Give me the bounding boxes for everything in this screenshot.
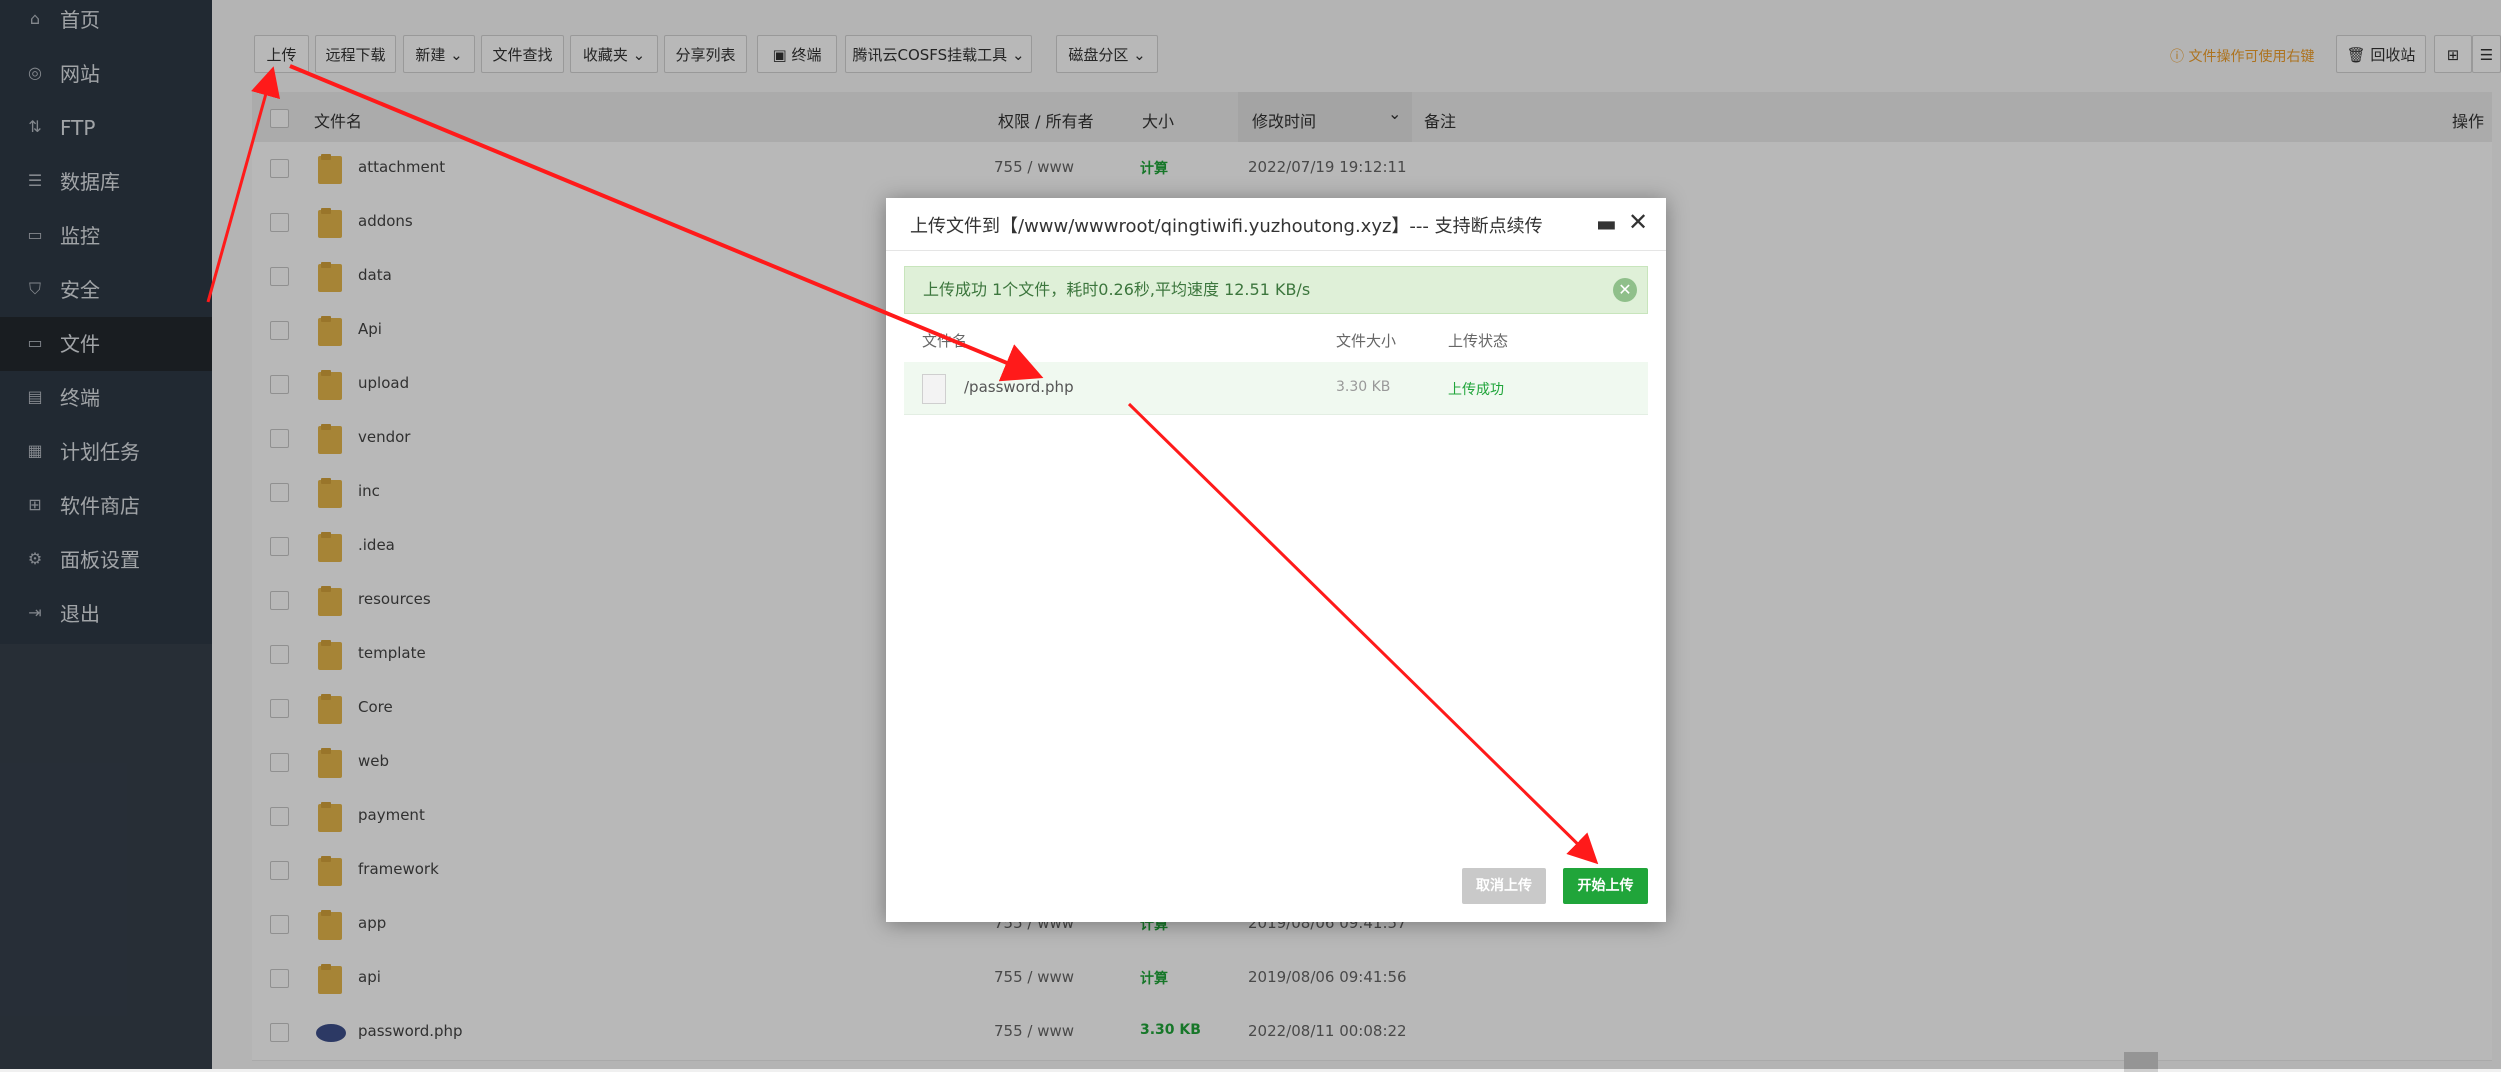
file-icon xyxy=(922,374,946,404)
dialog-title: 上传文件到【/www/wwwroot/qingtiwifi.yuzhoutong… xyxy=(910,216,1543,237)
upload-file-row: /password.php 3.30 KB 上传成功 xyxy=(904,362,1648,415)
upload-file-size: 3.30 KB xyxy=(1336,379,1391,395)
close-alert-icon[interactable]: ✕ xyxy=(1613,278,1637,302)
col-filesize: 文件大小 xyxy=(1336,332,1397,350)
col-status: 上传状态 xyxy=(1448,332,1509,350)
title-divider xyxy=(886,250,1666,251)
col-filename: 文件名 xyxy=(922,332,968,350)
minimize-icon[interactable]: ▬ xyxy=(1596,214,1617,236)
start-upload-button[interactable]: 开始上传 xyxy=(1563,868,1648,904)
upload-file-status: 上传成功 xyxy=(1448,382,1504,398)
close-icon[interactable]: ✕ xyxy=(1628,210,1648,234)
upload-dialog: 上传文件到【/www/wwwroot/qingtiwifi.yuzhoutong… xyxy=(886,198,1666,922)
upload-file-name: /password.php xyxy=(964,378,1074,396)
upload-success-alert: 上传成功 1个文件，耗时0.26秒,平均速度 12.51 KB/s ✕ xyxy=(904,266,1648,314)
cancel-upload-button[interactable]: 取消上传 xyxy=(1462,868,1546,904)
alert-text: 上传成功 1个文件，耗时0.26秒,平均速度 12.51 KB/s xyxy=(923,280,1311,299)
